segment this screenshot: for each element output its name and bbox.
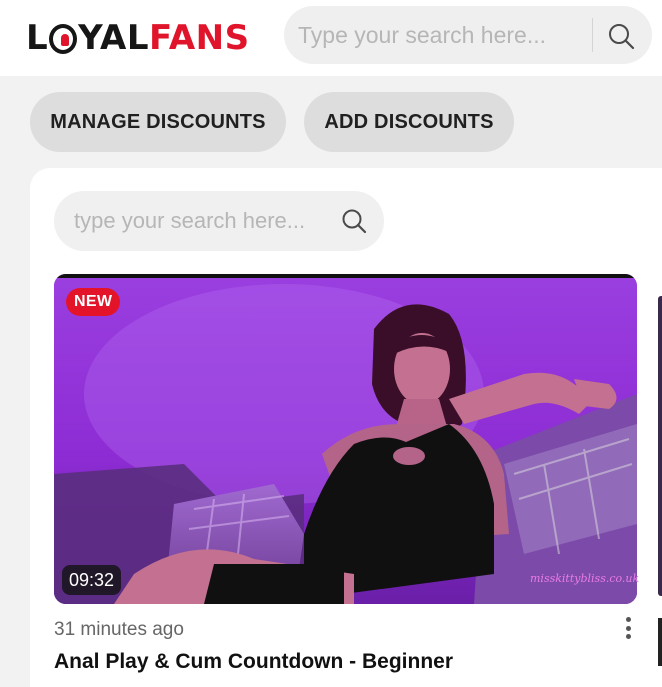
video-posted-time: 31 minutes ago — [54, 619, 184, 640]
next-card-edge — [658, 618, 662, 666]
search-divider — [592, 18, 593, 52]
logo-o-icon — [49, 24, 78, 54]
search-icon[interactable] — [606, 21, 636, 51]
video-title[interactable]: Anal Play & Cum Countdown - Beginner — [54, 650, 453, 674]
new-badge: NEW — [66, 288, 121, 316]
top-bar: L YAL FANS — [0, 0, 662, 76]
content-search-box — [54, 191, 384, 251]
content-search-input[interactable] — [74, 204, 324, 238]
logo-text-l: L — [26, 18, 49, 58]
loyalfans-logo[interactable]: L YAL FANS — [26, 18, 250, 58]
logo-text-yal: YAL — [78, 18, 150, 58]
global-search-input[interactable] — [298, 18, 583, 52]
global-search-box — [284, 6, 652, 64]
add-discounts-button[interactable]: ADD DISCOUNTS — [304, 92, 514, 152]
search-icon[interactable] — [340, 207, 368, 235]
watermark-text: misskittybliss.co.uk — [530, 572, 640, 585]
thumbnail-image — [54, 274, 637, 604]
video-duration: 09:32 — [62, 565, 122, 595]
manage-discounts-button[interactable]: MANAGE DISCOUNTS — [30, 92, 286, 152]
more-vertical-icon[interactable] — [618, 615, 638, 641]
next-card-peek[interactable] — [658, 296, 662, 596]
logo-text-fans: FANS — [149, 18, 250, 58]
video-thumbnail[interactable] — [54, 274, 637, 604]
